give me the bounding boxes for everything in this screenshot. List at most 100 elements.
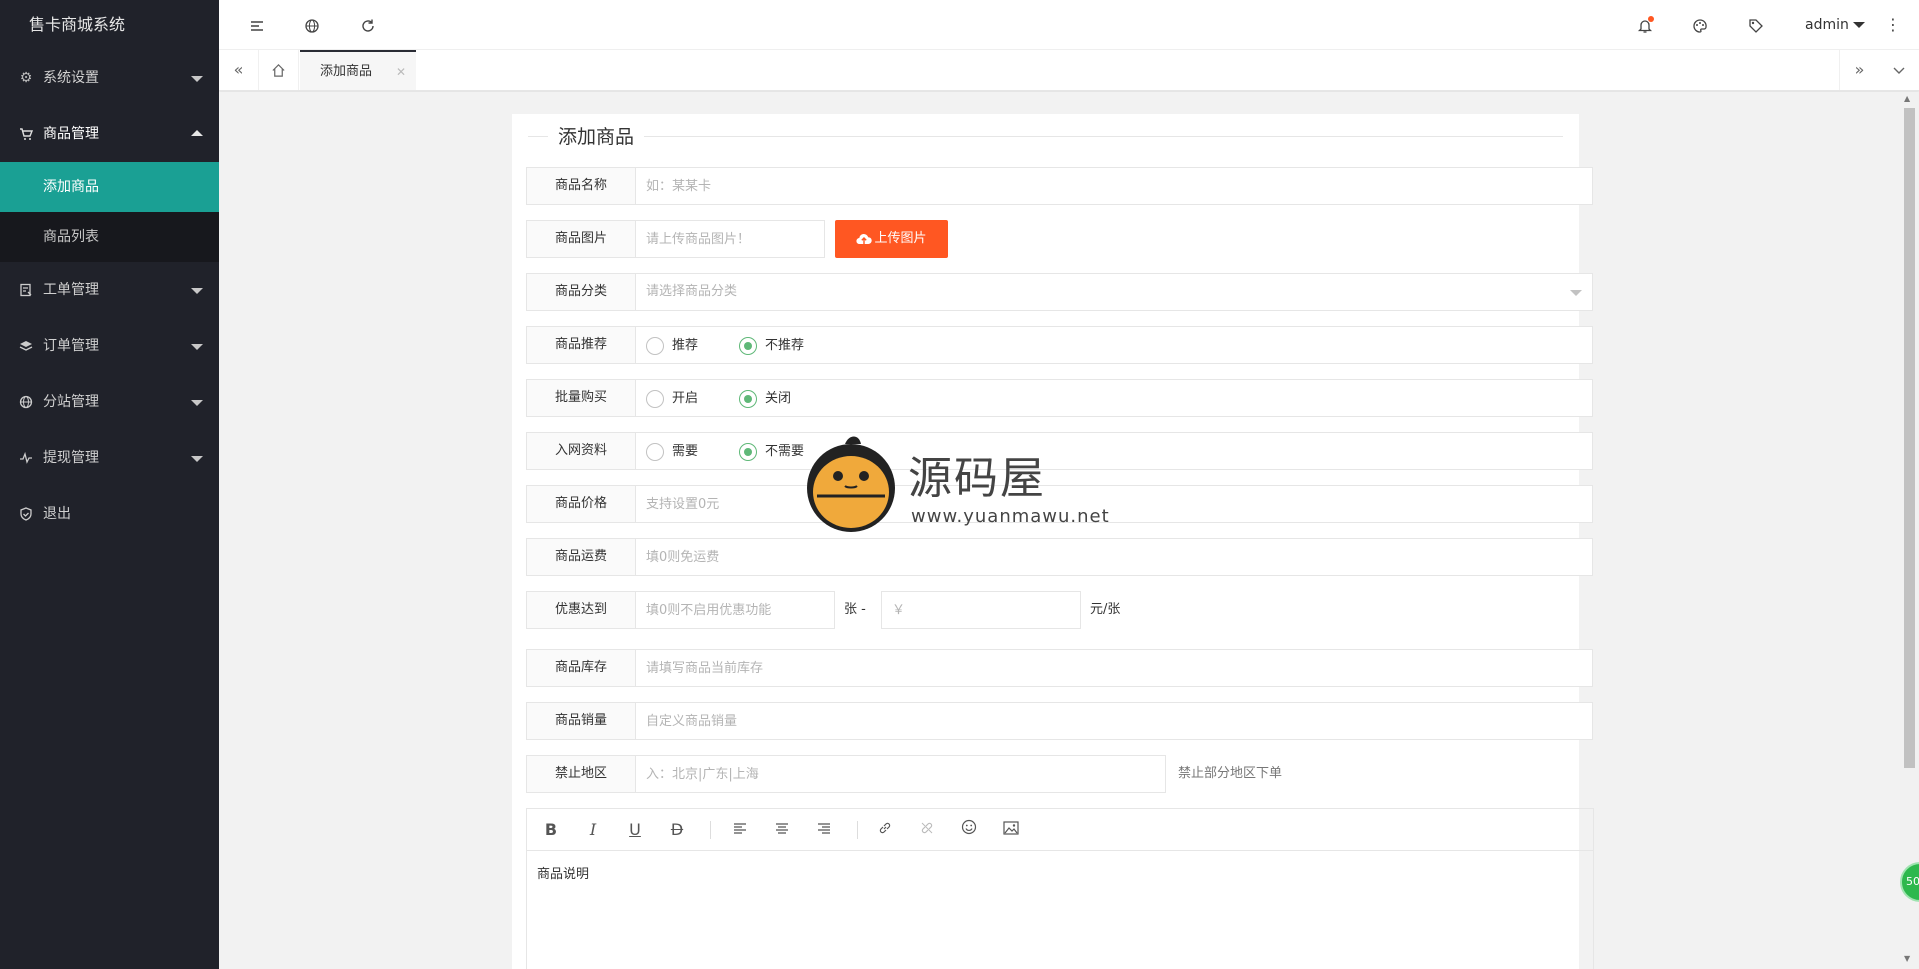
align-left-icon[interactable] (728, 818, 752, 842)
italic-icon[interactable]: I (581, 818, 605, 842)
radio-network-need[interactable]: 需要 (646, 442, 698, 462)
form-row-stock: 商品库存 (526, 649, 1593, 687)
chevron-down-icon (1570, 290, 1582, 296)
sidebar-item-ticket-management[interactable]: 工单管理 (0, 262, 219, 318)
more-vertical-icon[interactable]: ⋮ (1875, 0, 1911, 50)
underline-icon[interactable]: U (623, 818, 647, 842)
form-row-region: 禁止地区 禁止部分地区下单 (526, 755, 1593, 793)
sidebar-item-logout[interactable]: 退出 (0, 486, 219, 542)
user-menu[interactable]: admin (1805, 0, 1865, 50)
region-input[interactable] (635, 755, 1166, 793)
form-legend: 添加商品 (528, 114, 1563, 158)
caret-down-icon (1852, 22, 1865, 28)
notification-bell-icon[interactable] (1627, 0, 1663, 50)
field-label: 商品库存 (526, 649, 636, 687)
sidebar-item-add-product[interactable]: 添加商品 (0, 162, 219, 212)
form-row-image: 商品图片 上传图片 (526, 220, 1593, 258)
radio-recommend-no[interactable]: 不推荐 (739, 336, 804, 356)
align-right-icon[interactable] (812, 818, 836, 842)
radio-circle (739, 389, 757, 408)
radio-circle (739, 336, 757, 355)
radio-circle (646, 336, 664, 355)
sales-input[interactable] (635, 702, 1593, 740)
discount-price-input[interactable] (881, 591, 1081, 629)
emoji-icon[interactable] (957, 818, 981, 842)
layers-icon (18, 318, 34, 374)
strikethrough-icon[interactable]: D (665, 818, 689, 842)
refresh-icon[interactable] (350, 0, 386, 50)
image-icon[interactable] (999, 818, 1023, 842)
pulse-icon (18, 430, 34, 486)
page-title: 添加商品 (548, 122, 645, 149)
editor-content[interactable]: 商品说明 (527, 851, 1593, 894)
toolbar-divider (857, 821, 858, 839)
field-label: 商品销量 (526, 702, 636, 740)
sidebar-item-label: 分站管理 (43, 394, 99, 410)
scrollbar-thumb[interactable] (1904, 108, 1915, 768)
discount-quantity-input[interactable] (635, 591, 835, 629)
theme-palette-icon[interactable] (1682, 0, 1718, 50)
discount-unit-label: 元/张 (1090, 602, 1121, 617)
field-label: 商品价格 (526, 485, 636, 523)
radio-label: 需要 (672, 444, 699, 459)
unlink-icon[interactable] (915, 818, 939, 842)
form-row-name: 商品名称 (526, 167, 1593, 205)
stock-input[interactable] (635, 649, 1593, 687)
form-row-discount: 优惠达到 张 - 元/张 (526, 591, 1593, 629)
discount-mid-label: 张 - (844, 602, 866, 617)
rich-text-editor: B I U D 商品说明 (526, 808, 1594, 969)
shipping-input[interactable] (635, 538, 1593, 576)
scroll-up-arrow-icon[interactable]: ▲ (1904, 94, 1910, 103)
legend-line (528, 136, 1563, 137)
sidebar-item-product-management[interactable]: 商品管理 (0, 106, 219, 162)
notification-dot (1648, 16, 1654, 22)
menu-toggle-icon[interactable] (239, 0, 275, 50)
form-row-network: 入网资料 需要 不需要 (526, 432, 1593, 470)
tab-label: 添加商品 (320, 64, 373, 79)
sidebar-item-system-settings[interactable]: ⚙ 系统设置 (0, 50, 219, 106)
chevron-down-icon (191, 456, 203, 462)
chevron-down-icon (191, 288, 203, 294)
sidebar-item-product-list[interactable]: 商品列表 (0, 212, 219, 262)
radio-label: 不需要 (765, 444, 805, 459)
align-center-icon[interactable] (770, 818, 794, 842)
globe-icon[interactable] (294, 0, 330, 50)
radio-bulk-off[interactable]: 关闭 (739, 389, 791, 409)
link-icon[interactable] (873, 818, 897, 842)
price-input[interactable] (635, 485, 1593, 523)
home-icon[interactable] (259, 50, 299, 90)
radio-label: 关闭 (765, 391, 792, 406)
sidebar-item-order-management[interactable]: 订单管理 (0, 318, 219, 374)
product-name-input[interactable] (635, 167, 1593, 205)
username: admin (1805, 17, 1849, 33)
sidebar-item-label: 提现管理 (43, 450, 99, 466)
radio-bulk-on[interactable]: 开启 (646, 389, 698, 409)
sidebar-item-label: 工单管理 (43, 282, 99, 298)
field-label: 批量购买 (526, 379, 636, 417)
tabs-scroll-right-icon[interactable]: » (1839, 50, 1879, 90)
top-header: admin ⋮ (219, 0, 1919, 50)
product-image-input[interactable] (635, 220, 825, 258)
close-icon[interactable]: ✕ (396, 52, 406, 92)
category-select[interactable]: 请选择商品分类 (635, 273, 1593, 311)
tab-add-product[interactable]: 添加商品 ✕ (300, 50, 416, 90)
radio-network-no-need[interactable]: 不需要 (739, 442, 804, 462)
radio-group: 开启 关闭 (635, 379, 1593, 417)
scroll-down-arrow-icon[interactable]: ▼ (1904, 954, 1910, 963)
upload-image-button[interactable]: 上传图片 (835, 220, 948, 258)
cart-icon (18, 106, 34, 162)
chevron-down-icon (191, 344, 203, 350)
sidebar-item-substation-management[interactable]: 分站管理 (0, 374, 219, 430)
bold-icon[interactable]: B (539, 818, 563, 842)
product-submenu: 添加商品 商品列表 (0, 162, 219, 262)
select-placeholder: 请选择商品分类 (646, 284, 738, 299)
tag-icon[interactable] (1738, 0, 1774, 50)
radio-recommend-yes[interactable]: 推荐 (646, 336, 698, 356)
sidebar-item-withdraw-management[interactable]: 提现管理 (0, 430, 219, 486)
sidebar-item-label: 订单管理 (43, 338, 99, 354)
chevron-down-icon[interactable] (1879, 50, 1919, 90)
shield-icon (18, 486, 34, 542)
tabs-scroll-left-icon[interactable]: « (219, 50, 259, 90)
form-row-recommend: 商品推荐 推荐 不推荐 (526, 326, 1593, 364)
field-label: 优惠达到 (526, 591, 636, 629)
